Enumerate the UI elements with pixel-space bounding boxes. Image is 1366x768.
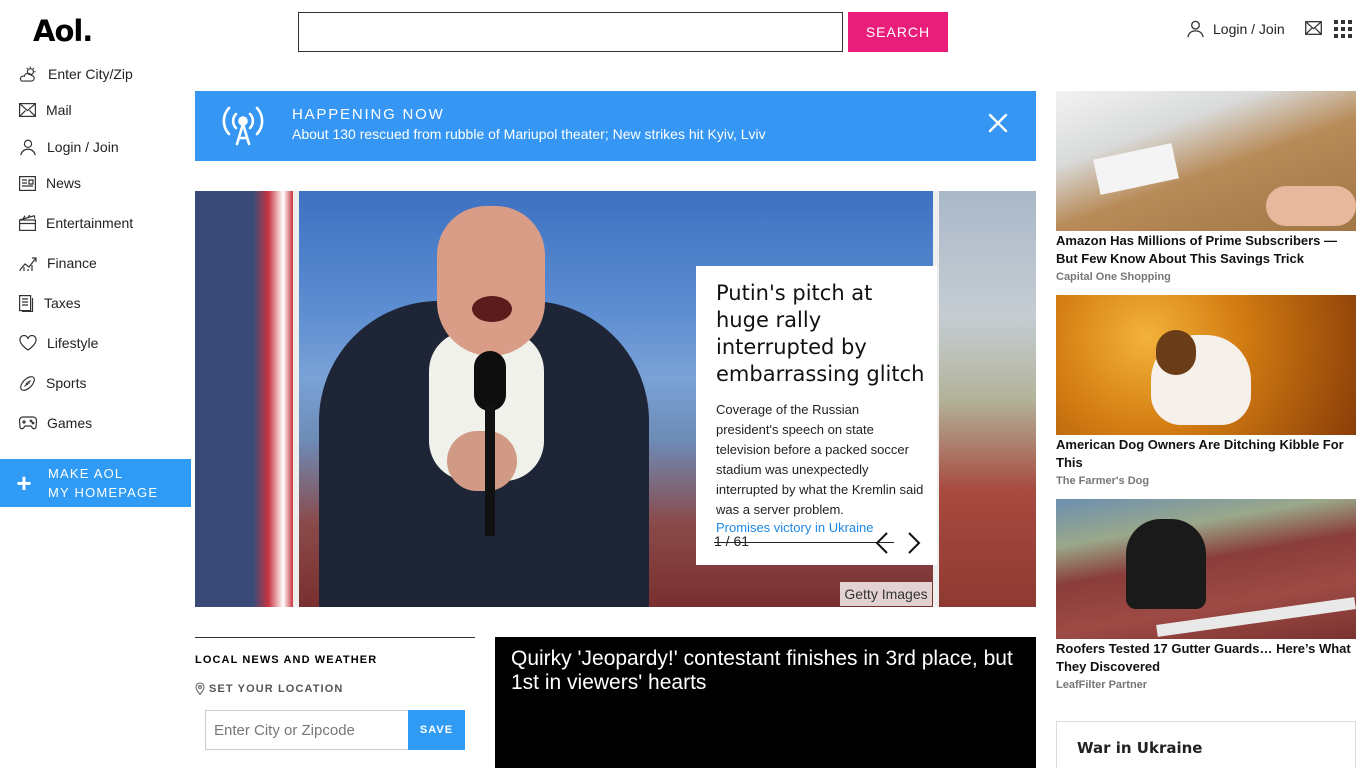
photo-credit: Getty Images (840, 582, 932, 606)
war-in-ukraine-module: War in Ukraine (1056, 721, 1356, 768)
sidebar-item-label: Taxes (44, 295, 81, 311)
video-title[interactable]: Quirky 'Jeopardy!' contestant finishes i… (511, 647, 1021, 695)
search-input[interactable] (298, 12, 843, 52)
next-slide-image[interactable] (939, 191, 1036, 607)
sponsored-ad[interactable]: Amazon Has Millions of Prime Subscribers… (1056, 91, 1356, 283)
sidebar-item-weather[interactable]: Enter City/Zip (19, 62, 133, 86)
football-icon (20, 375, 35, 391)
ad-image[interactable] (1056, 295, 1356, 435)
document-icon (19, 294, 34, 312)
news-icon (19, 175, 36, 191)
save-button[interactable]: SAVE (408, 710, 465, 750)
mail-icon (19, 103, 36, 117)
sidebar-item-games[interactable]: Games (19, 411, 92, 435)
close-icon[interactable] (988, 113, 1008, 133)
sidebar-item-label: News (46, 175, 82, 191)
clapperboard-icon (19, 215, 36, 231)
happening-now-title: HAPPENING NOW (292, 106, 445, 123)
sidebar-item-lifestyle[interactable]: Lifestyle (19, 331, 98, 355)
ad-sponsor: The Farmer's Dog (1056, 475, 1150, 487)
header-login-label: Login / Join (1213, 20, 1285, 37)
make-homepage-line1: MAKE AOL (48, 466, 124, 481)
happening-now-text[interactable]: About 130 rescued from rubble of Mariupo… (292, 126, 766, 142)
ad-sponsor: Capital One Shopping (1056, 271, 1171, 283)
ad-image[interactable] (1056, 499, 1356, 639)
story-summary: Coverage of the Russian president's spee… (716, 402, 924, 517)
sidebar-item-entertainment[interactable]: Entertainment (19, 211, 133, 235)
chevron-left-icon[interactable] (875, 532, 889, 554)
sidebar-item-label: Lifestyle (47, 335, 99, 351)
set-location[interactable]: SET YOUR LOCATION (195, 682, 343, 695)
sidebar-item-label: Entertainment (46, 215, 134, 231)
ad-headline[interactable]: Amazon Has Millions of Prime Subscribers… (1056, 232, 1356, 268)
local-news-module: LOCAL NEWS AND WEATHER SET YOUR LOCATION… (195, 637, 475, 750)
broadcast-icon (222, 106, 264, 146)
happening-now-banner[interactable]: HAPPENING NOW About 130 rescued from rub… (195, 91, 1036, 161)
make-homepage-button[interactable]: + MAKE AOL MY HOMEPAGE (0, 459, 191, 507)
plus-icon: + (16, 468, 32, 498)
sidebar-item-label: Sports (46, 375, 87, 391)
heart-icon (19, 335, 37, 351)
aol-logo[interactable]: Aol. (33, 14, 93, 48)
sponsored-ad[interactable]: Roofers Tested 17 Gutter Guards… Here’s … (1056, 499, 1356, 691)
local-news-heading: LOCAL NEWS AND WEATHER (195, 654, 378, 666)
sidebar-item-sports[interactable]: Sports (19, 371, 86, 395)
carousel-pager: 1 / 61 (714, 532, 929, 554)
sidebar-item-login[interactable]: Login / Join (19, 135, 119, 159)
set-location-label: SET YOUR LOCATION (209, 682, 344, 695)
sidebar-item-label: Mail (46, 102, 72, 118)
sidebar-item-label: Enter City/Zip (48, 66, 133, 82)
sidebar-item-mail[interactable]: Mail (19, 98, 72, 122)
location-pin-icon (195, 682, 205, 695)
ad-image[interactable] (1056, 91, 1356, 231)
sidebar-item-taxes[interactable]: Taxes (19, 291, 81, 315)
zipcode-input[interactable]: Enter City or Zipcode (205, 710, 409, 750)
ad-sponsor: LeafFilter Partner (1056, 679, 1148, 691)
apps-grid-icon[interactable] (1334, 20, 1352, 38)
war-module-title[interactable]: War in Ukraine (1077, 739, 1202, 757)
sidebar-item-label: Login / Join (47, 139, 119, 155)
gamepad-icon (19, 416, 37, 430)
story-headline[interactable]: Putin's pitch at huge rally interrupted … (716, 280, 925, 388)
user-icon (1187, 20, 1204, 38)
story-card: Putin's pitch at huge rally interrupted … (696, 266, 937, 565)
sidebar-item-news[interactable]: News (19, 171, 81, 195)
weather-icon (19, 65, 36, 82)
sidebar-item-label: Games (47, 415, 93, 431)
chart-icon (19, 256, 37, 271)
make-homepage-line2: MY HOMEPAGE (48, 485, 159, 500)
sidebar-item-label: Finance (47, 255, 97, 271)
sidebar-item-finance[interactable]: Finance (19, 251, 97, 275)
ad-headline[interactable]: Roofers Tested 17 Gutter Guards… Here’s … (1056, 640, 1356, 676)
sponsored-ad[interactable]: American Dog Owners Are Ditching Kibble … (1056, 295, 1356, 487)
user-icon (20, 139, 36, 156)
previous-slide-image[interactable] (195, 191, 293, 607)
header-login-link[interactable]: Login / Join (1186, 19, 1285, 38)
chevron-right-icon[interactable] (907, 532, 921, 554)
search-button[interactable]: SEARCH (848, 12, 948, 52)
ad-headline[interactable]: American Dog Owners Are Ditching Kibble … (1056, 436, 1356, 472)
mail-icon[interactable] (1305, 21, 1322, 35)
video-player[interactable]: Quirky 'Jeopardy!' contestant finishes i… (495, 637, 1036, 768)
slide-counter: 1 / 61 (714, 533, 750, 549)
